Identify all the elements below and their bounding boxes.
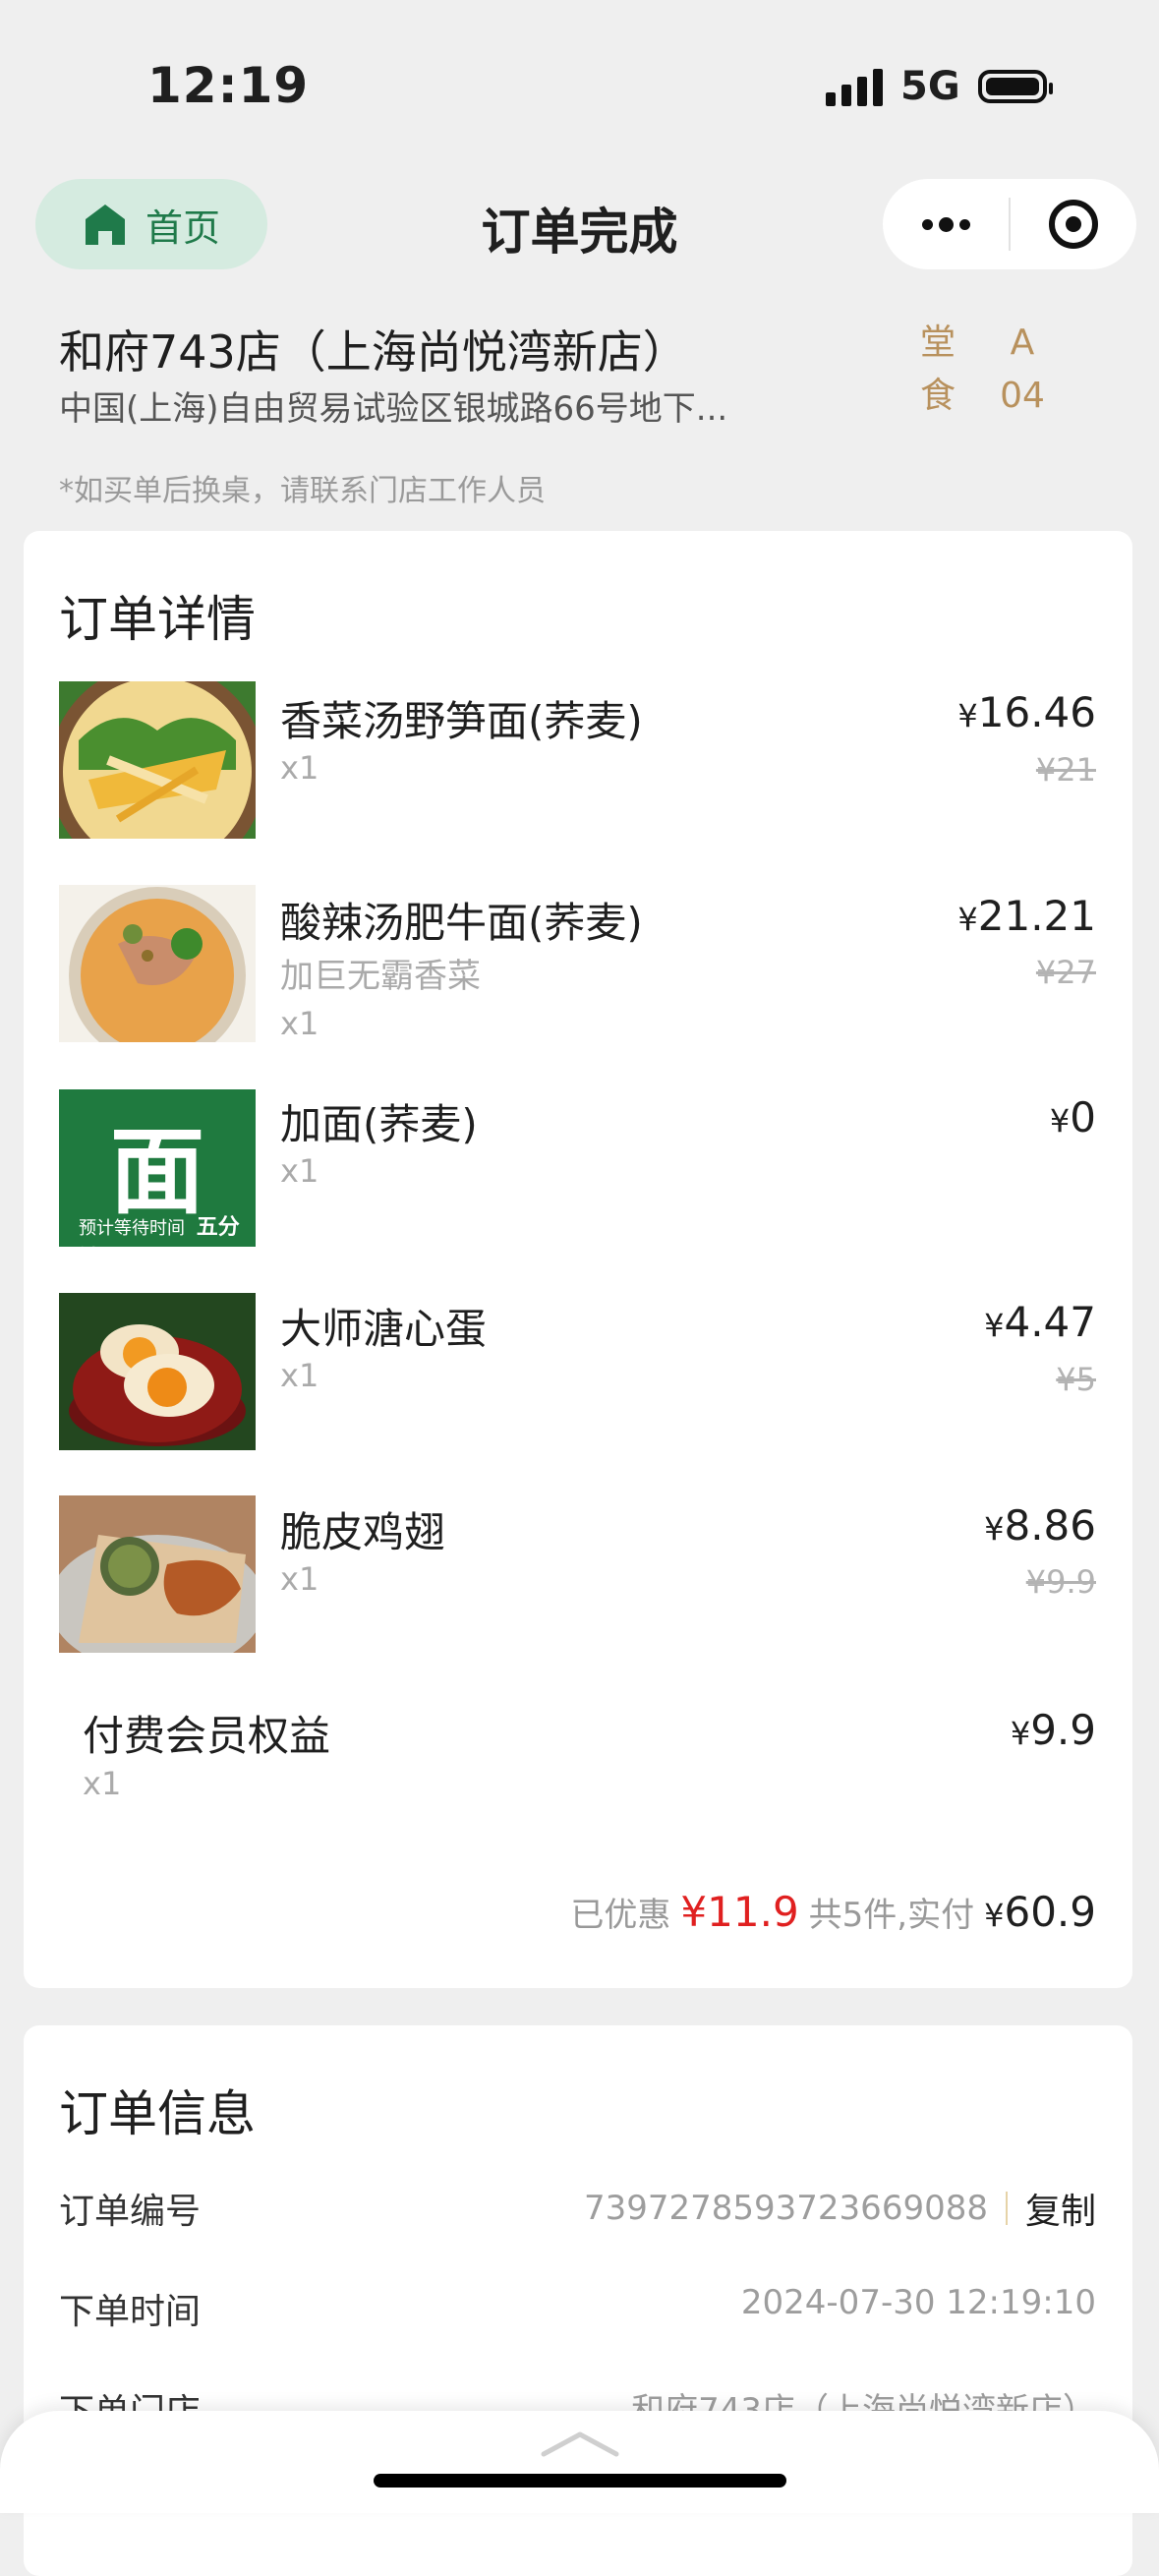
item-price: ¥4.47 xyxy=(984,1298,1096,1346)
order-time-label: 下单时间 xyxy=(59,2292,202,2332)
more-icon xyxy=(921,216,970,232)
close-button[interactable] xyxy=(1011,179,1136,269)
order-detail-title: 订单详情 xyxy=(59,591,256,648)
more-button[interactable] xyxy=(883,179,1009,269)
order-number-label: 订单编号 xyxy=(59,2192,202,2232)
item-qty: x1 xyxy=(280,1560,319,1598)
bottom-sheet[interactable] xyxy=(0,2411,1159,2513)
discount-amount: ¥11.9 xyxy=(680,1888,799,1936)
order-time: 2024-07-30 12:19:10 xyxy=(740,2283,1096,2322)
item-price: ¥9.9 xyxy=(1010,1706,1096,1754)
table-number: A 04 xyxy=(1000,322,1045,416)
item-name: 大师溏心蛋 xyxy=(280,1305,488,1353)
order-info-title: 订单信息 xyxy=(59,2085,256,2142)
mini-program-capsule xyxy=(883,179,1136,269)
item-image-chicken-wing[interactable] xyxy=(59,1495,256,1653)
item-name: 脆皮鸡翅 xyxy=(280,1508,446,1556)
item-original-price: ¥5 xyxy=(1056,1361,1096,1398)
item-original-price: ¥21 xyxy=(1035,751,1096,789)
table-change-notice: *如买单后换桌，请联系门店工作人员 xyxy=(59,474,546,508)
signal-icon xyxy=(826,67,883,106)
item-qty: x1 xyxy=(280,1357,319,1394)
item-name: 酸辣汤肥牛面(荞麦) xyxy=(280,899,643,947)
item-price: ¥16.46 xyxy=(957,688,1096,736)
order-number: 7397278593723669088 xyxy=(583,2189,988,2228)
item-qty: x1 xyxy=(280,749,319,787)
item-price: ¥8.86 xyxy=(984,1501,1096,1550)
close-target-icon xyxy=(1049,200,1098,249)
item-original-price: ¥9.9 xyxy=(1025,1563,1096,1601)
item-qty: x1 xyxy=(280,1152,319,1190)
copy-button[interactable]: 复制 xyxy=(1025,2183,1096,2234)
home-indicator xyxy=(374,2474,786,2488)
item-qty: x1 xyxy=(83,1765,122,1802)
status-time: 12:19 xyxy=(147,57,310,114)
store-name: 和府743店（上海尚悦湾新店） xyxy=(59,325,688,379)
item-image-beef-noodles[interactable] xyxy=(59,885,256,1042)
item-price: ¥21.21 xyxy=(957,892,1096,940)
order-number-row: 7397278593723669088 复制 xyxy=(584,2183,1096,2234)
item-name: 香菜汤野笋面(荞麦) xyxy=(280,697,643,745)
membership-name: 付费会员权益 xyxy=(83,1712,331,1760)
item-image-extra-noodles[interactable]: 面 预计等待时间 五分钟 xyxy=(59,1089,256,1247)
network-type: 5G xyxy=(900,64,960,109)
item-original-price: ¥27 xyxy=(1035,954,1096,991)
item-spec: 加巨无霸香菜 xyxy=(280,957,481,996)
battery-icon xyxy=(977,70,1053,103)
dine-type: 堂 食 xyxy=(920,322,956,416)
item-image-coriander-noodles[interactable] xyxy=(59,681,256,839)
status-indicators: 5G xyxy=(826,61,1053,112)
item-name: 加面(荞麦) xyxy=(280,1100,478,1148)
total-paid: ¥60.9 xyxy=(984,1888,1096,1936)
order-summary: 已优惠 ¥11.9 共5件,实付 ¥60.9 xyxy=(570,1888,1096,1936)
item-image-soft-egg[interactable] xyxy=(59,1293,256,1450)
store-address: 中国(上海)自由贸易试验区银城路66号地下... xyxy=(59,389,728,429)
chevron-up-icon[interactable] xyxy=(540,2429,620,2458)
item-price: ¥0 xyxy=(1049,1093,1096,1142)
item-qty: x1 xyxy=(280,1005,319,1042)
